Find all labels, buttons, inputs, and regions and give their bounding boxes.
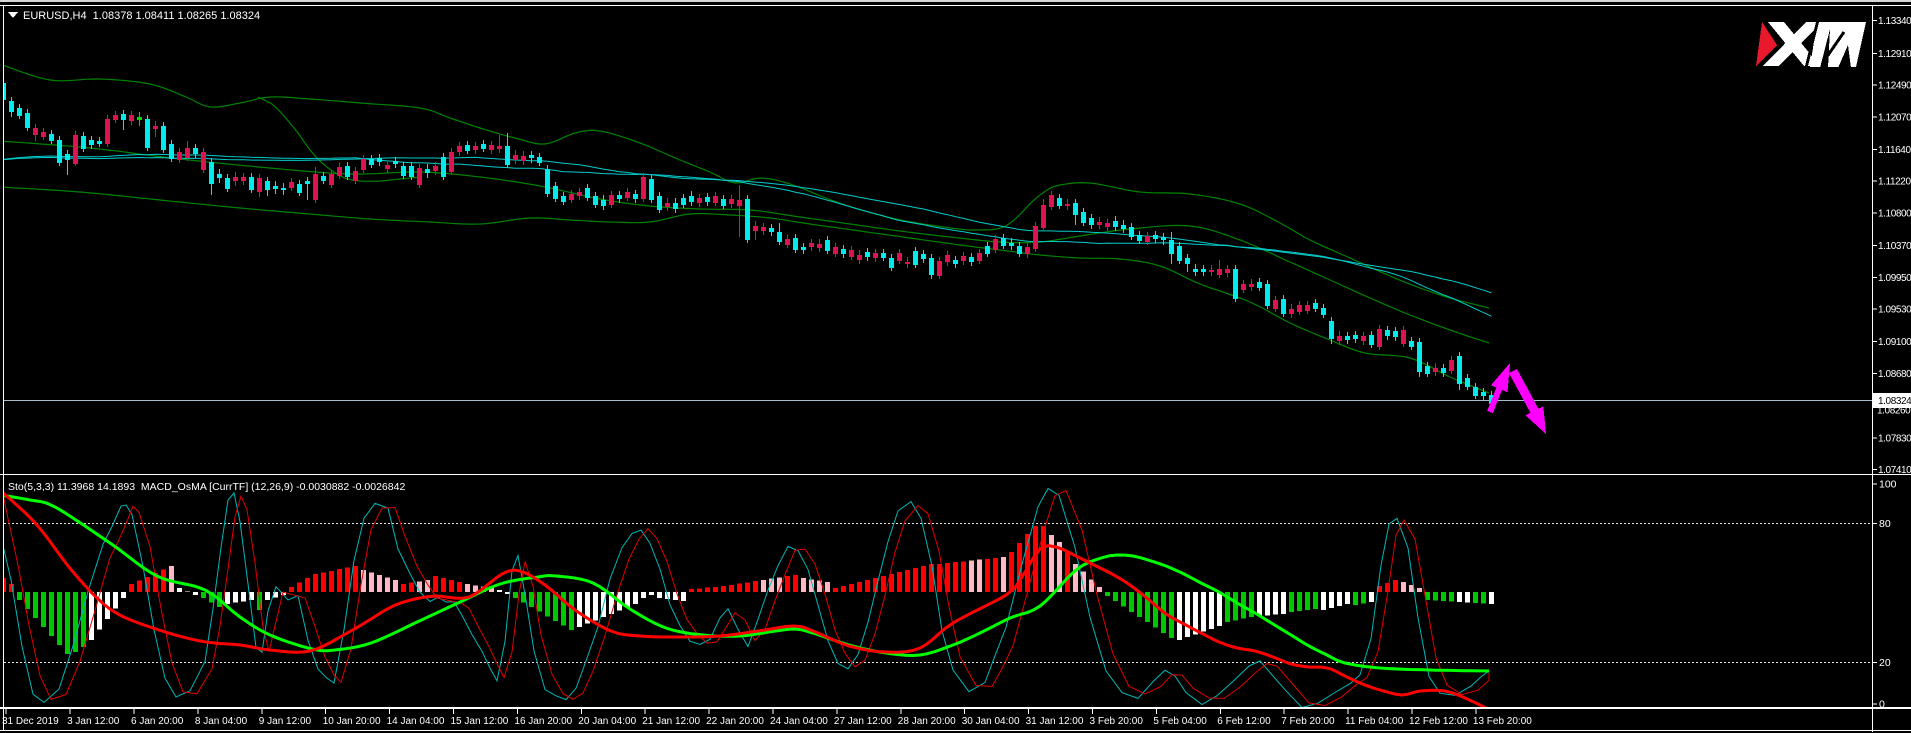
svg-text:80: 80 — [1879, 518, 1891, 530]
svg-text:1.09950: 1.09950 — [1878, 273, 1911, 284]
svg-text:3 Feb 20:00: 3 Feb 20:00 — [1090, 716, 1144, 727]
svg-text:100: 100 — [1879, 479, 1897, 491]
svg-text:1.09100: 1.09100 — [1878, 337, 1911, 348]
svg-text:1.10800: 1.10800 — [1878, 209, 1911, 220]
svg-text:0: 0 — [1879, 699, 1885, 711]
svg-text:1.13340: 1.13340 — [1878, 16, 1911, 27]
svg-text:14 Jan 04:00: 14 Jan 04:00 — [387, 716, 445, 727]
svg-text:10 Jan 20:00: 10 Jan 20:00 — [323, 716, 381, 727]
svg-text:8 Jan 04:00: 8 Jan 04:00 — [195, 716, 248, 727]
svg-text:5 Feb 04:00: 5 Feb 04:00 — [1153, 716, 1207, 727]
svg-text:1.08680: 1.08680 — [1878, 369, 1911, 380]
svg-text:16 Jan 20:00: 16 Jan 20:00 — [514, 716, 572, 727]
svg-text:11 Feb 04:00: 11 Feb 04:00 — [1345, 716, 1404, 727]
svg-text:12 Feb 12:00: 12 Feb 12:00 — [1409, 716, 1468, 727]
svg-text:27 Jan 12:00: 27 Jan 12:00 — [834, 716, 892, 727]
svg-text:6 Jan 20:00: 6 Jan 20:00 — [131, 716, 184, 727]
svg-text:3 Jan 12:00: 3 Jan 12:00 — [67, 716, 120, 727]
svg-text:22 Jan 20:00: 22 Jan 20:00 — [706, 716, 764, 727]
svg-text:20: 20 — [1879, 657, 1891, 669]
svg-text:24 Jan 04:00: 24 Jan 04:00 — [770, 716, 828, 727]
svg-text:13 Feb 20:00: 13 Feb 20:00 — [1473, 716, 1532, 727]
svg-text:31 Dec 2019: 31 Dec 2019 — [2, 716, 59, 727]
svg-text:20 Jan 04:00: 20 Jan 04:00 — [578, 716, 636, 727]
svg-text:30 Jan 04:00: 30 Jan 04:00 — [962, 716, 1020, 727]
svg-text:1.10370: 1.10370 — [1878, 241, 1911, 252]
svg-text:1.12490: 1.12490 — [1878, 81, 1911, 92]
svg-text:EURUSD,H4 1.08378 1.08411 1.0: EURUSD,H4 1.08378 1.08411 1.08265 1.0832… — [23, 10, 260, 22]
svg-text:Sto(5,3,3) 11.3968 14.1893 MA: Sto(5,3,3) 11.3968 14.1893 MACD_OsMA [Cu… — [8, 481, 405, 493]
svg-text:7 Feb 20:00: 7 Feb 20:00 — [1281, 716, 1335, 727]
svg-text:21 Jan 12:00: 21 Jan 12:00 — [642, 716, 700, 727]
svg-text:1.09530: 1.09530 — [1878, 305, 1911, 316]
svg-text:31 Jan 12:00: 31 Jan 12:00 — [1026, 716, 1084, 727]
svg-text:1.12910: 1.12910 — [1878, 49, 1911, 60]
svg-text:1.07410: 1.07410 — [1878, 465, 1911, 476]
svg-text:9 Jan 12:00: 9 Jan 12:00 — [259, 716, 312, 727]
svg-text:15 Jan 12:00: 15 Jan 12:00 — [451, 716, 509, 727]
svg-text:1.12070: 1.12070 — [1878, 112, 1911, 123]
svg-text:28 Jan 20:00: 28 Jan 20:00 — [898, 716, 956, 727]
svg-text:1.11640: 1.11640 — [1878, 145, 1911, 156]
svg-text:6 Feb 12:00: 6 Feb 12:00 — [1217, 716, 1271, 727]
svg-text:1.07830: 1.07830 — [1878, 433, 1911, 444]
svg-text:1.08324: 1.08324 — [1878, 396, 1911, 407]
svg-text:1.11220: 1.11220 — [1878, 177, 1911, 188]
